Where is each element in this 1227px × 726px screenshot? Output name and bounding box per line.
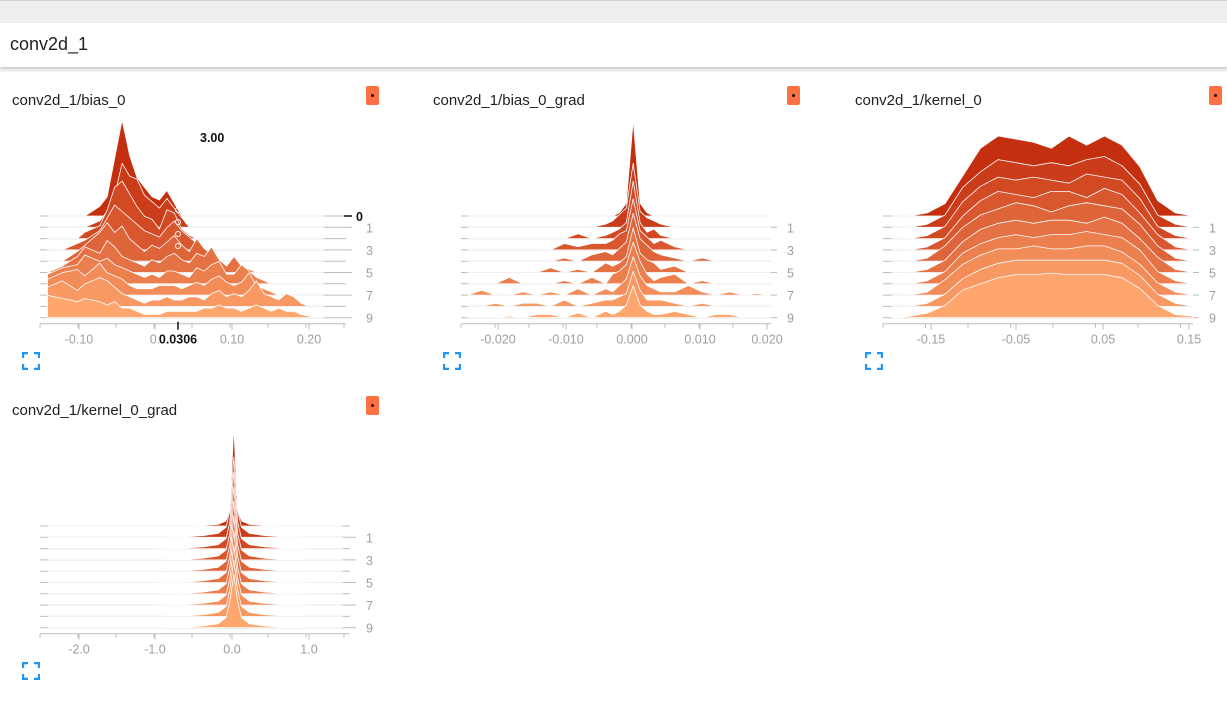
hover-step-label: 0 xyxy=(356,210,363,224)
ridge-step-2 xyxy=(47,180,324,239)
ridge-step-0 xyxy=(47,119,324,217)
expand-icon[interactable] xyxy=(443,352,461,370)
category-header[interactable]: conv2d_1 xyxy=(0,23,1227,67)
step-tick-label: 5 xyxy=(787,267,794,281)
x-tick-label: 0.010 xyxy=(684,333,715,347)
x-tick-label: -0.15 xyxy=(917,333,946,347)
top-strip xyxy=(0,0,1227,23)
step-tick-label: 9 xyxy=(787,312,794,326)
x-tick-label: -1.0 xyxy=(144,643,166,657)
ridge-step-2 xyxy=(467,180,772,239)
step-tick-label: 7 xyxy=(366,289,373,303)
histogram-card-kernel: conv2d_1/kernel_0 1 3 5 7 9 -0.15 -0.05 0.05 0.1… xyxy=(843,72,1227,377)
x-tick-label: -0.010 xyxy=(548,333,583,347)
x-tick-label: -0.05 xyxy=(1002,333,1031,347)
x-tick-label: 0.20 xyxy=(297,333,321,347)
histogram-card-bias: conv2d_1/bias_0 1 3 5 7 9 -0.10 0. 0.10 0.20 3.00… xyxy=(0,72,400,377)
step-tick-label: 3 xyxy=(366,554,373,568)
expand-icon[interactable] xyxy=(22,662,40,680)
step-tick-label: 5 xyxy=(366,267,373,281)
card-menu-button[interactable] xyxy=(1209,86,1222,105)
ridge-chart[interactable]: 13579-0.10 0. 0.10 0.203.0000.0306 xyxy=(0,112,400,352)
histogram-grid: conv2d_1/bias_0 1 3 5 7 9 -0.10 0. 0.10 0.20 3.00… xyxy=(0,72,1227,726)
hover-x-label: 0.0306 xyxy=(159,333,197,347)
ridge-chart[interactable]: 1 3 5 7 9 -0.020 -0.010 0.000 0.010 0.020 xyxy=(421,112,821,352)
expand-icon[interactable] xyxy=(22,352,40,370)
step-tick-label: 1 xyxy=(1209,221,1216,235)
category-title: conv2d_1 xyxy=(10,34,89,54)
ridge-step-0 xyxy=(467,119,772,217)
hover-point xyxy=(175,195,181,201)
step-tick-label: 7 xyxy=(366,599,373,613)
ridge-step-8 xyxy=(47,559,343,617)
ridge-step-7 xyxy=(47,544,343,606)
histogram-card-bias-grad: conv2d_1/bias_0_grad 1 3 5 7 9 -0.020 -0.010 0.… xyxy=(421,72,821,377)
x-tick-label: -0.020 xyxy=(480,333,515,347)
step-tick-label: 3 xyxy=(1209,244,1216,258)
expand-icon[interactable] xyxy=(865,352,883,370)
ridge-step-0 xyxy=(47,425,343,527)
card-menu-button[interactable] xyxy=(787,86,800,105)
step-tick-label: 1 xyxy=(366,531,373,545)
x-tick-label: 0.10 xyxy=(220,333,244,347)
card-title: conv2d_1/bias_0 xyxy=(12,92,126,109)
ridge-step-1 xyxy=(47,162,324,228)
card-menu-button[interactable] xyxy=(366,86,379,105)
hover-point xyxy=(175,183,181,189)
x-tick-label: 0.05 xyxy=(1091,333,1115,347)
step-tick-label: 9 xyxy=(1209,312,1216,326)
x-tick-label: 0.0 xyxy=(223,643,240,657)
step-tick-label: 5 xyxy=(1209,267,1216,281)
step-tick-label: 3 xyxy=(787,244,794,258)
hover-value-label: 3.00 xyxy=(200,131,224,145)
x-tick-label: -0.10 xyxy=(65,333,94,347)
step-tick-label: 1 xyxy=(787,221,794,235)
x-tick-label: -2.0 xyxy=(68,643,90,657)
card-title: conv2d_1/kernel_0 xyxy=(855,92,982,109)
x-tick-label: 0.000 xyxy=(616,333,647,347)
x-tick-label: 0.15 xyxy=(1177,333,1201,347)
card-title: conv2d_1/bias_0_grad xyxy=(433,92,585,109)
ridge-step-1 xyxy=(467,162,772,228)
step-tick-label: 9 xyxy=(366,622,373,636)
x-tick-label: 1.0 xyxy=(300,643,317,657)
step-tick-label: 7 xyxy=(787,289,794,303)
ridge-step-6 xyxy=(47,530,343,595)
step-tick-label: 5 xyxy=(366,577,373,591)
step-tick-label: 7 xyxy=(1209,289,1216,303)
step-tick-label: 3 xyxy=(366,244,373,258)
card-title: conv2d_1/kernel_0_grad xyxy=(12,402,178,419)
x-tick-label: 0.020 xyxy=(751,333,782,347)
ridge-chart[interactable]: 1 3 5 7 9 -0.15 -0.05 0.05 0.15 xyxy=(843,112,1223,352)
histogram-card-kernel-grad: conv2d_1/kernel_0_grad 1 3 5 7 9 -2.0 -1.0 0.0 1… xyxy=(0,382,400,687)
ridge-chart[interactable]: 1 3 5 7 9 -2.0 -1.0 0.0 1.0 xyxy=(0,422,400,662)
step-tick-label: 1 xyxy=(366,221,373,235)
step-tick-label: 9 xyxy=(366,312,373,326)
card-menu-button[interactable] xyxy=(366,396,379,415)
